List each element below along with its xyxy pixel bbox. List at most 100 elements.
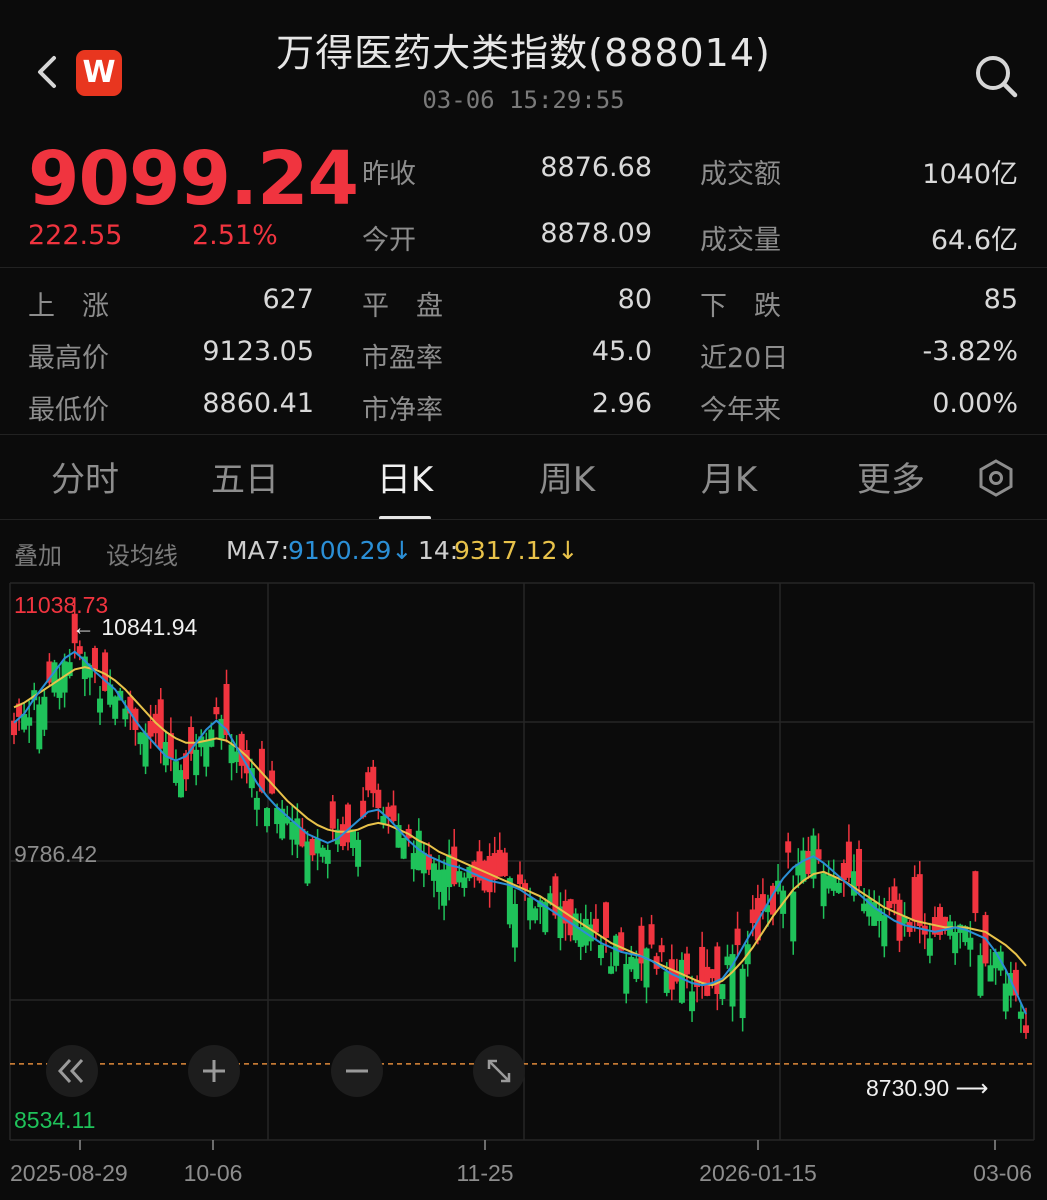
candle-body [157, 699, 164, 749]
candle [253, 791, 260, 827]
candle-body [91, 647, 98, 669]
overlay-button[interactable]: 叠加 [14, 536, 62, 571]
max-price-value: 10841.94 [101, 614, 197, 640]
candle [643, 947, 650, 1004]
candle-body [719, 984, 726, 999]
tab-monthly-k[interactable]: 月K [654, 452, 804, 501]
candle [11, 712, 17, 745]
price-change: 222.55 [28, 220, 123, 251]
candle-body [461, 877, 468, 888]
candle [390, 790, 397, 823]
volume-label: 成交量 [700, 225, 781, 256]
kline-chart[interactable]: 11038.73 9786.42 8534.11 ← 10841.94 8730… [0, 575, 1047, 1200]
ma7-label: MA7: [226, 536, 290, 565]
amount-value: 1040亿 [922, 159, 1018, 190]
d20-value: -3.82% [922, 336, 1018, 367]
open-value: 8878.09 [540, 218, 652, 249]
candle [906, 919, 913, 937]
tab-five-day[interactable]: 五日 [170, 452, 320, 501]
low-label: 最低价 [28, 395, 109, 426]
max-price-annotation: ← 10841.94 [72, 614, 198, 640]
candle-body [592, 918, 599, 933]
candle [269, 760, 276, 795]
candle-body [517, 874, 523, 885]
candle-body [375, 789, 382, 809]
candle-body [916, 874, 923, 926]
candle-body [390, 805, 397, 822]
search-icon[interactable] [972, 52, 1020, 100]
zoom-in-button[interactable] [188, 1045, 240, 1097]
candle-body [856, 848, 863, 887]
candle-body [739, 968, 746, 1019]
candle [734, 911, 741, 956]
quote-divider [0, 267, 1047, 268]
candle [739, 964, 746, 1032]
candle-body [142, 732, 149, 767]
candle-body [532, 908, 539, 921]
candle-body [1023, 1025, 1029, 1033]
tab-intraday[interactable]: 分时 [10, 452, 160, 501]
candle-body [370, 766, 377, 794]
pe-label: 市盈率 [362, 343, 443, 374]
rewind-button[interactable] [46, 1045, 98, 1097]
candle-body [926, 938, 933, 956]
high-label: 最高价 [28, 343, 109, 374]
tab-more[interactable]: 更多 [816, 452, 966, 501]
ma7-value: 9100.29↓ [288, 536, 413, 565]
candle-body [785, 841, 792, 853]
pb-value: 2.96 [591, 388, 652, 419]
candle-body [324, 849, 331, 864]
d20-label: 近20日 [700, 343, 789, 374]
candle-body [835, 882, 842, 893]
candle-body [26, 717, 33, 726]
min-price-annotation: 8730.90 ⟶ [866, 1075, 989, 1101]
x-axis-label: 2026-01-15 [699, 1160, 817, 1186]
ma-setting-button[interactable]: 设均线 [106, 536, 178, 571]
candle-body [329, 801, 336, 829]
tab-weekly-k[interactable]: 周K [492, 452, 642, 501]
candle-body [253, 797, 260, 810]
candle-body [597, 945, 604, 959]
candle [785, 832, 792, 869]
high-value: 9123.05 [202, 336, 314, 367]
ma7-line [13, 650, 1027, 1015]
min-arrow: ⟶ [949, 1075, 988, 1101]
candle [972, 870, 979, 922]
zoom-out-button[interactable] [331, 1045, 383, 1097]
down-count-value: 85 [983, 284, 1018, 315]
candle-body [193, 749, 200, 776]
candle [719, 983, 726, 1006]
candle-body [734, 928, 741, 946]
prev-close-label: 昨收 [362, 159, 416, 190]
flat-count-value: 80 [617, 284, 652, 315]
x-axis-labels: 2025-08-29 10-06 11-25 2026-01-15 03-06 [10, 1140, 1032, 1186]
x-axis-label: 03-06 [973, 1160, 1032, 1186]
x-axis-label: 10-06 [184, 1160, 243, 1186]
candle [97, 686, 104, 725]
candle-body [501, 852, 508, 876]
volume-value: 64.6亿 [930, 225, 1018, 256]
candle-body [643, 948, 650, 988]
fullscreen-button[interactable] [473, 1045, 525, 1097]
max-arrow: ← [72, 614, 101, 640]
quote-timestamp: 03-06 15:29:55 [422, 86, 625, 114]
tabs-divider [0, 519, 1047, 520]
amount-label: 成交额 [700, 159, 781, 190]
candle [729, 944, 736, 1022]
candlestick-series [11, 597, 1029, 1039]
up-count-label: 上 涨 [28, 291, 109, 322]
candle-body [790, 891, 797, 942]
candle [41, 690, 48, 736]
current-price: 9099.24 [28, 136, 359, 222]
settings-hexagon-icon[interactable] [976, 458, 1016, 498]
flat-count-label: 平 盘 [362, 291, 443, 322]
price-change-percent: 2.51% [192, 220, 278, 251]
y-axis-mid-label: 9786.42 [14, 841, 97, 867]
tab-daily-k[interactable]: 日K [330, 452, 480, 501]
candle-body [972, 871, 979, 914]
candle-body [1017, 1011, 1024, 1019]
candle-body [264, 808, 270, 827]
candle-body [355, 839, 362, 867]
ma14-label: 14: [418, 536, 459, 565]
candle [532, 906, 539, 924]
